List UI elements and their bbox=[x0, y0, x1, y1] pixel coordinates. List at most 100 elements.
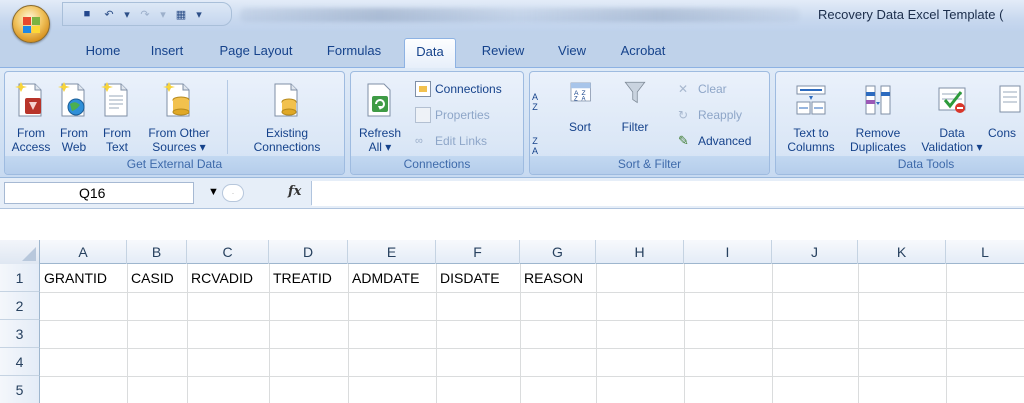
data-validation-button[interactable]: Data Validation ▾ bbox=[914, 80, 990, 154]
edit-links-button[interactable]: ∞ Edit Links bbox=[415, 132, 487, 150]
from-text-label-2: Text bbox=[105, 140, 128, 154]
remove-duplicates-button[interactable]: Remove Duplicates bbox=[842, 80, 914, 154]
advanced-label: Advanced bbox=[698, 134, 752, 148]
sort-desc-top: Z bbox=[532, 136, 538, 146]
properties-button[interactable]: Properties bbox=[415, 106, 490, 124]
filter-button[interactable]: Filter bbox=[610, 80, 660, 134]
existing-connections-label-1: Existing bbox=[265, 126, 309, 140]
column-header-g[interactable]: G bbox=[520, 240, 596, 264]
formula-input[interactable] bbox=[312, 181, 1024, 206]
filter-funnel-icon bbox=[624, 81, 646, 104]
remove-duplicates-icon bbox=[865, 85, 891, 115]
connections-icon bbox=[415, 81, 431, 97]
edit-links-label: Edit Links bbox=[435, 134, 488, 148]
sort-button[interactable]: A Z Z A Sort bbox=[556, 80, 604, 134]
sort-ascending-button[interactable]: A Z bbox=[532, 92, 538, 116]
tab-review[interactable]: Review bbox=[474, 38, 532, 68]
office-button[interactable] bbox=[12, 5, 50, 43]
tab-data[interactable]: Data bbox=[404, 38, 456, 68]
name-box-dropdown-icon[interactable]: ▼ bbox=[208, 186, 219, 198]
row-header-4[interactable]: 4 bbox=[0, 348, 40, 376]
data-validation-label-2: Validation ▾ bbox=[921, 140, 983, 154]
quick-access-toolbar: ■ ↶ ▾ ↷ ▾ ▦ ▾ bbox=[62, 2, 232, 26]
column-header-f[interactable]: F bbox=[436, 240, 520, 264]
cell-a1[interactable]: GRANTID bbox=[41, 264, 127, 292]
from-text-label-1: From bbox=[103, 126, 131, 140]
customize-toolbar-icon[interactable]: ▾ bbox=[195, 6, 203, 22]
column-header-i[interactable]: I bbox=[684, 240, 772, 264]
tab-view[interactable]: View bbox=[550, 38, 594, 68]
column-header-b[interactable]: B bbox=[127, 240, 187, 264]
column-header-j[interactable]: J bbox=[772, 240, 858, 264]
connections-button[interactable]: Connections bbox=[415, 80, 502, 98]
blurred-title-region bbox=[240, 8, 800, 22]
cell-f1[interactable]: DISDATE bbox=[437, 264, 520, 292]
column-header-e[interactable]: E bbox=[348, 240, 436, 264]
text-to-columns-label-2: Columns bbox=[787, 140, 835, 154]
window-title: Recovery Data Excel Template ( bbox=[818, 7, 1004, 22]
grid-line-h bbox=[40, 320, 1024, 321]
filter-label: Filter bbox=[621, 120, 649, 134]
column-header-c[interactable]: C bbox=[187, 240, 269, 264]
redo-icon[interactable]: ↷ bbox=[137, 6, 153, 22]
sort-asc-bottom: Z bbox=[532, 102, 538, 112]
text-to-columns-button[interactable]: Text to Columns bbox=[780, 80, 842, 154]
title-bar: ■ ↶ ▾ ↷ ▾ ▦ ▾ Recovery Data Excel Templa… bbox=[0, 0, 1024, 31]
tab-page-layout[interactable]: Page Layout bbox=[210, 38, 302, 68]
select-all-corner[interactable] bbox=[0, 240, 40, 264]
column-header-k[interactable]: K bbox=[858, 240, 946, 264]
cell-d1[interactable]: TREATID bbox=[270, 264, 348, 292]
consolidate-label: Cons bbox=[988, 126, 1017, 140]
from-web-label-1: From bbox=[60, 126, 88, 140]
row-header-2[interactable]: 2 bbox=[0, 292, 40, 320]
from-text-button[interactable]: From Text bbox=[97, 80, 137, 154]
row-header-3[interactable]: 3 bbox=[0, 320, 40, 348]
from-other-sources-button[interactable]: From Other Sources ▾ bbox=[137, 80, 221, 154]
from-access-button[interactable]: From Access bbox=[11, 80, 51, 154]
clear-button[interactable]: ✕ Clear bbox=[678, 80, 727, 98]
refresh-all-button[interactable]: Refresh All ▾ bbox=[355, 80, 405, 154]
text-file-icon bbox=[101, 82, 128, 117]
tab-acrobat[interactable]: Acrobat bbox=[612, 38, 674, 68]
group-data-tools: Text to Columns Remove Duplicates Data V… bbox=[775, 71, 1024, 175]
redo-dropdown-icon[interactable]: ▾ bbox=[159, 6, 167, 22]
cell-c1[interactable]: RCVADID bbox=[188, 264, 269, 292]
undo-dropdown-icon[interactable]: ▾ bbox=[123, 6, 131, 22]
grid-line-v bbox=[858, 264, 859, 403]
remove-duplicates-label-1: Remove bbox=[855, 126, 901, 140]
save-icon[interactable]: ■ bbox=[79, 6, 95, 22]
consolidate-button[interactable]: Cons bbox=[988, 80, 1024, 140]
reapply-button[interactable]: ↻ Reapply bbox=[678, 106, 742, 124]
column-header-l[interactable]: L bbox=[946, 240, 1024, 264]
remove-duplicates-label-2: Duplicates bbox=[849, 140, 907, 154]
row-header-5[interactable]: 5 bbox=[0, 376, 40, 403]
tab-formulas[interactable]: Formulas bbox=[318, 38, 390, 68]
name-box[interactable]: Q16 bbox=[4, 182, 194, 204]
column-header-h[interactable]: H bbox=[596, 240, 684, 264]
grid-line-h bbox=[40, 376, 1024, 377]
sort-desc-bottom: A bbox=[532, 146, 539, 156]
sort-dialog-icon: A Z Z A bbox=[570, 82, 591, 102]
advanced-filter-icon: ✎ bbox=[678, 133, 689, 148]
grid-line-v bbox=[596, 264, 597, 403]
tab-insert[interactable]: Insert bbox=[142, 38, 192, 68]
cell-b1[interactable]: CASID bbox=[128, 264, 187, 292]
cell-g1[interactable]: REASON bbox=[521, 264, 596, 292]
grid-line-v bbox=[684, 264, 685, 403]
formula-bar-expand-handle[interactable]: · bbox=[222, 184, 244, 202]
insert-function-icon[interactable]: fx bbox=[288, 184, 301, 199]
undo-icon[interactable]: ↶ bbox=[101, 6, 117, 22]
row-header-1[interactable]: 1 bbox=[0, 264, 40, 292]
formula-bar: Q16 ▼ · fx bbox=[0, 178, 1024, 209]
data-tools-label-text: Data Tools bbox=[897, 157, 955, 171]
tab-home[interactable]: Home bbox=[78, 38, 128, 68]
advanced-button[interactable]: ✎ Advanced bbox=[678, 132, 751, 150]
from-web-button[interactable]: From Web bbox=[55, 80, 93, 154]
custom-command-icon[interactable]: ▦ bbox=[173, 6, 189, 22]
column-header-a[interactable]: A bbox=[40, 240, 127, 264]
column-header-d[interactable]: D bbox=[269, 240, 348, 264]
data-validation-label-1: Data bbox=[939, 126, 965, 140]
cell-e1[interactable]: ADMDATE bbox=[349, 264, 436, 292]
existing-connections-button[interactable]: Existing Connections bbox=[233, 80, 341, 154]
web-globe-icon bbox=[58, 82, 85, 117]
